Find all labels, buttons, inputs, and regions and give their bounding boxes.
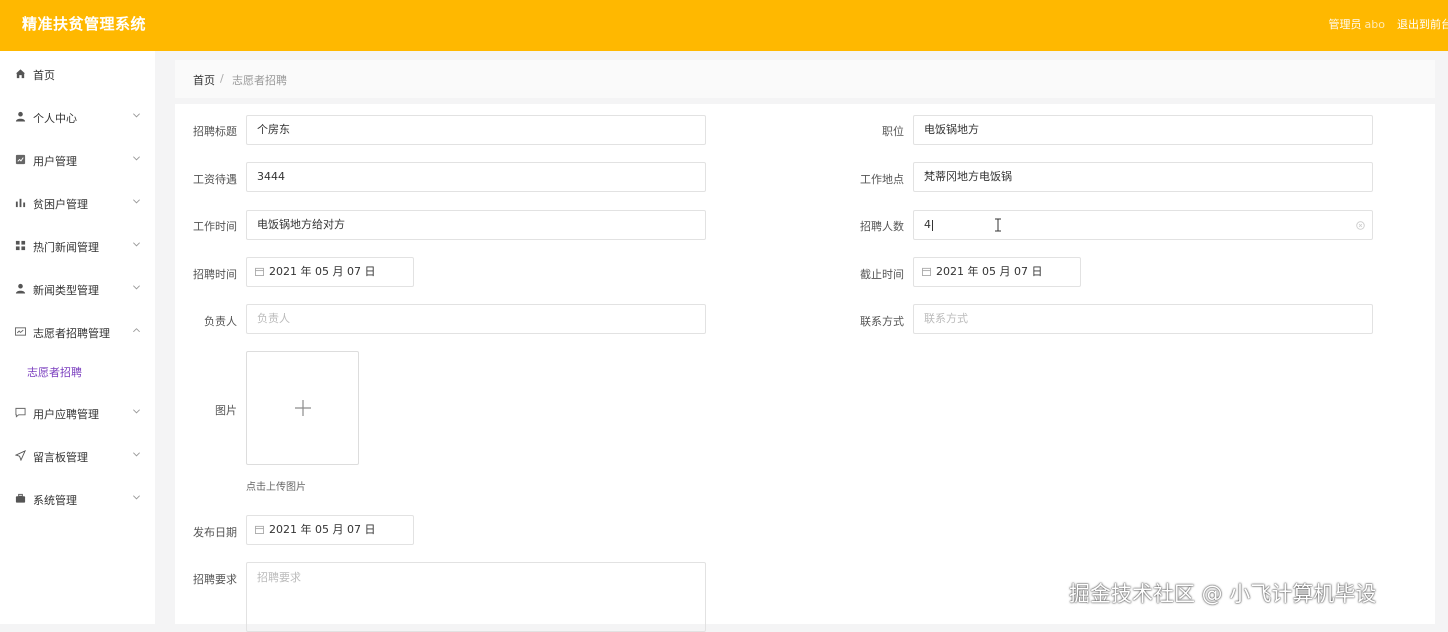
image-label: 图片	[215, 404, 237, 417]
bar-chart-icon	[15, 198, 26, 208]
sidebar-item-news-type-management[interactable]: 新闻类型管理	[0, 279, 155, 299]
text-cursor	[932, 219, 933, 231]
app-title: 精准扶贫管理系统	[22, 15, 147, 33]
recruit-time-label: 招聘时间	[193, 268, 237, 281]
sidebar-item-label: 用户管理	[33, 155, 77, 168]
ibeam-cursor-icon	[995, 218, 1001, 232]
chevron-down-icon	[133, 452, 140, 457]
chevron-down-icon	[133, 242, 140, 247]
requirements-textarea[interactable]: 招聘要求	[246, 562, 706, 632]
calendar-icon	[255, 267, 264, 276]
logout-link[interactable]: 退出到前台	[1397, 16, 1448, 32]
sidebar-item-label: 志愿者招聘管理	[33, 327, 110, 340]
plus-icon	[295, 400, 311, 416]
sidebar-item-hot-news-management[interactable]: 热门新闻管理	[0, 236, 155, 256]
deadline-date-picker[interactable]: 2021 年 05 月 07 日	[913, 257, 1081, 287]
sidebar-item-label: 新闻类型管理	[33, 284, 99, 297]
chevron-down-icon	[133, 199, 140, 204]
sidebar-item-volunteer-recruitment-management[interactable]: 志愿者招聘管理	[0, 322, 155, 342]
deadline-label: 截止时间	[860, 268, 904, 281]
grid-icon	[15, 240, 26, 251]
admin-info: 管理员 abo	[1329, 16, 1385, 32]
sidebar-item-home[interactable]: 首页	[0, 64, 155, 84]
chevron-down-icon	[133, 495, 140, 500]
header-actions: 管理员 abo 退出到前台	[1329, 16, 1448, 32]
sidebar-item-user-management[interactable]: 用户管理	[0, 150, 155, 170]
position-input[interactable]: 电饭锅地方	[913, 115, 1373, 145]
work-time-input[interactable]: 电饭锅地方给对方	[246, 210, 706, 240]
position-label: 职位	[882, 125, 904, 138]
breadcrumb-separator: /	[220, 72, 224, 85]
breadcrumb-current: 志愿者招聘	[232, 74, 287, 87]
title-label: 招聘标题	[193, 125, 237, 138]
role-label: 管理员	[1328, 18, 1362, 31]
publish-date-label: 发布日期	[193, 526, 237, 539]
publish-date-picker[interactable]: 2021 年 05 月 07 日	[246, 515, 414, 545]
sidebar-item-system-management[interactable]: 系统管理	[0, 489, 155, 509]
chevron-down-icon	[133, 285, 140, 290]
card-icon	[15, 327, 26, 336]
image-upload[interactable]	[246, 351, 359, 465]
sidebar-item-label: 用户应聘管理	[33, 408, 99, 421]
manager-label: 负责人	[204, 315, 237, 328]
sidebar-item-label: 系统管理	[33, 494, 77, 507]
sidebar: 首页 个人中心 用户管理 贫困户管理 热门新闻管理 新闻类型管理 志愿者招聘管理…	[0, 51, 155, 624]
work-time-label: 工作时间	[193, 220, 237, 233]
calendar-icon	[922, 267, 931, 276]
calendar-icon	[255, 525, 264, 534]
briefcase-icon	[15, 493, 26, 503]
headcount-value: 4	[924, 218, 931, 231]
manager-input[interactable]: 负责人	[246, 304, 706, 334]
salary-label: 工资待遇	[193, 173, 237, 186]
sidebar-item-label: 贫困户管理	[33, 198, 88, 211]
recruit-time-date-picker[interactable]: 2021 年 05 月 07 日	[246, 257, 414, 287]
sidebar-item-label: 留言板管理	[33, 451, 88, 464]
sidebar-item-label: 热门新闻管理	[33, 241, 99, 254]
chevron-down-icon	[133, 113, 140, 118]
user-icon	[15, 111, 26, 122]
breadcrumb-home[interactable]: 首页	[193, 72, 215, 88]
sidebar-item-label: 首页	[33, 69, 55, 82]
home-icon	[15, 69, 26, 79]
watermark: 掘金技术社区 @ 小飞计算机毕设	[1069, 582, 1377, 606]
headcount-input[interactable]: 4	[913, 210, 1373, 240]
salary-input[interactable]: 3444	[246, 162, 706, 192]
upload-hint: 点击上传图片	[246, 482, 306, 493]
chevron-up-icon	[133, 328, 140, 333]
clear-icon[interactable]	[1356, 221, 1365, 230]
publish-date-value: 2021 年 05 月 07 日	[269, 523, 376, 536]
requirements-label: 招聘要求	[193, 573, 237, 586]
edit-icon	[15, 154, 26, 165]
sidebar-item-personal-center[interactable]: 个人中心	[0, 107, 155, 127]
contact-label: 联系方式	[860, 315, 904, 328]
top-bar: 精准扶贫管理系统 管理员 abo 退出到前台	[0, 0, 1448, 51]
sidebar-item-poor-household-management[interactable]: 贫困户管理	[0, 193, 155, 213]
sidebar-item-label: 个人中心	[33, 112, 77, 125]
message-icon	[15, 407, 26, 418]
sidebar-subitem-volunteer-recruitment[interactable]: 志愿者招聘	[27, 364, 82, 380]
recruit-time-value: 2021 年 05 月 07 日	[269, 265, 376, 278]
sidebar-item-user-application-management[interactable]: 用户应聘管理	[0, 403, 155, 423]
contact-input[interactable]: 联系方式	[913, 304, 1373, 334]
deadline-value: 2021 年 05 月 07 日	[936, 265, 1043, 278]
sidebar-item-message-board-management[interactable]: 留言板管理	[0, 446, 155, 466]
breadcrumb: 首页 / 志愿者招聘	[175, 60, 1435, 98]
send-icon	[15, 450, 26, 461]
user-icon	[15, 283, 26, 294]
chevron-down-icon	[133, 156, 140, 161]
location-input[interactable]: 梵蒂冈地方电饭锅	[913, 162, 1373, 192]
location-label: 工作地点	[860, 173, 904, 186]
username: abo	[1364, 18, 1385, 31]
title-input[interactable]: 个房东	[246, 115, 706, 145]
headcount-label: 招聘人数	[860, 220, 904, 233]
chevron-down-icon	[133, 409, 140, 414]
